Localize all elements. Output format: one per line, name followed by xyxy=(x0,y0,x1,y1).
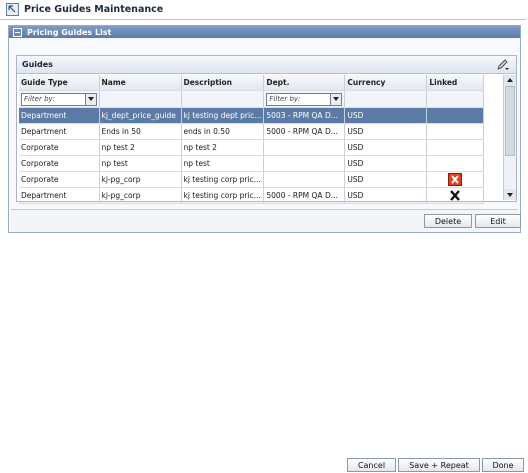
panel-title: Pricing Guides List xyxy=(27,27,112,37)
cell-currency: USD xyxy=(344,171,428,188)
cell-name: kj_dept_price_guide xyxy=(99,107,182,124)
cell-desc: ends in 0.50 xyxy=(181,123,265,140)
cell-dept: 5000 - RPM QA D... xyxy=(263,187,346,204)
grid-title: Guides xyxy=(22,60,53,69)
filter-row: Filter by: Filter by: xyxy=(19,90,485,108)
cancel-button[interactable]: Cancel xyxy=(347,458,396,472)
table-row[interactable]: Department kj-pg_corp kj testing corp pr… xyxy=(19,187,485,204)
cell-currency: USD xyxy=(344,139,428,156)
save-repeat-button[interactable]: Save + Repeat xyxy=(398,458,480,472)
scroll-down-icon[interactable] xyxy=(504,189,516,200)
table-row[interactable]: Corporate np test 2 np test 2 USD xyxy=(19,139,485,156)
cell-desc: np test xyxy=(181,155,265,172)
cell-linked xyxy=(426,171,485,188)
cell-name: kj-pg_corp xyxy=(99,187,182,204)
col-name[interactable]: Name xyxy=(99,75,182,91)
pencil-icon[interactable] xyxy=(496,58,510,71)
col-linked[interactable]: Linked xyxy=(426,75,485,91)
cell-currency: USD xyxy=(344,187,428,204)
cell-name: np test xyxy=(99,155,182,172)
window-titlebar: Price Guides Maintenance xyxy=(0,0,526,20)
window-title: Price Guides Maintenance xyxy=(24,4,164,15)
cell-desc: np test 2 xyxy=(181,139,265,156)
cell-dept xyxy=(263,171,346,188)
cell-name: kj-pg_corp xyxy=(99,171,182,188)
cell-currency: USD xyxy=(344,107,428,124)
vertical-scrollbar[interactable] xyxy=(503,75,516,200)
delete-button[interactable]: Delete xyxy=(424,214,472,228)
col-description[interactable]: Description xyxy=(181,75,265,91)
cell-linked xyxy=(426,123,485,140)
grid-titlebar: Guides xyxy=(17,56,516,74)
table-row[interactable]: Corporate kj-pg_corp kj testing corp pri… xyxy=(19,171,485,188)
table-row[interactable]: Department Ends in 50 ends in 0.50 5000 … xyxy=(19,123,485,140)
cell-dept: 5003 - RPM QA D... xyxy=(263,107,346,124)
cell-linked xyxy=(426,107,485,124)
cell-currency: USD xyxy=(344,123,428,140)
guide-type-filter[interactable]: Filter by: xyxy=(21,92,97,106)
col-dept[interactable]: Dept. xyxy=(263,75,346,91)
cell-type: Department xyxy=(19,187,100,204)
cell-dept: 5000 - RPM QA D... xyxy=(263,123,346,140)
cell-type: Department xyxy=(19,123,100,140)
cell-dept xyxy=(263,139,346,156)
done-button[interactable]: Done xyxy=(482,458,524,472)
cell-currency: USD xyxy=(344,155,428,172)
filter-placeholder: Filter by: xyxy=(24,95,56,103)
table-row[interactable]: Department kj_dept_price_guide kj testin… xyxy=(19,107,485,124)
cell-desc: kj testing dept pric... xyxy=(181,107,265,124)
scroll-thumb[interactable] xyxy=(505,86,515,156)
cell-desc: kj testing corp pric... xyxy=(181,171,265,188)
guides-table: Guide Type Name Description Dept. Curren… xyxy=(19,75,485,204)
edit-button[interactable]: Edit xyxy=(475,214,521,228)
filter-placeholder: Filter by: xyxy=(269,95,301,103)
guides-grid: Guides Guide Type Name Description Dept. xyxy=(16,55,517,204)
cell-type: Department xyxy=(19,107,100,124)
cell-dept xyxy=(263,155,346,172)
dialog-actions: Cancel Save + Repeat Done xyxy=(0,457,528,473)
collapse-icon[interactable] xyxy=(13,27,22,37)
cell-name: Ends in 50 xyxy=(99,123,182,140)
x-black-icon[interactable] xyxy=(449,190,461,201)
grid-actions: Delete Edit xyxy=(11,209,521,232)
col-guide-type[interactable]: Guide Type xyxy=(19,75,100,91)
cell-type: Corporate xyxy=(19,155,100,172)
col-currency[interactable]: Currency xyxy=(344,75,428,91)
cell-linked xyxy=(426,139,485,156)
dept-filter[interactable]: Filter by: xyxy=(266,92,343,106)
pricing-guides-panel: Pricing Guides List Guides Guide Type Na… xyxy=(8,25,521,233)
panel-header[interactable]: Pricing Guides List xyxy=(9,26,520,38)
dropdown-arrow-icon[interactable] xyxy=(84,93,96,105)
cell-linked xyxy=(426,155,485,172)
table-row[interactable]: Corporate np test np test USD xyxy=(19,155,485,172)
x-red-icon[interactable] xyxy=(448,173,463,186)
arrow-icon xyxy=(6,3,19,16)
scroll-up-icon[interactable] xyxy=(504,75,516,86)
dropdown-arrow-icon[interactable] xyxy=(330,93,342,105)
cell-type: Corporate xyxy=(19,171,100,188)
cell-type: Corporate xyxy=(19,139,100,156)
cell-linked xyxy=(426,187,485,204)
cell-desc: kj testing corp pric... xyxy=(181,187,265,204)
cell-name: np test 2 xyxy=(99,139,182,156)
